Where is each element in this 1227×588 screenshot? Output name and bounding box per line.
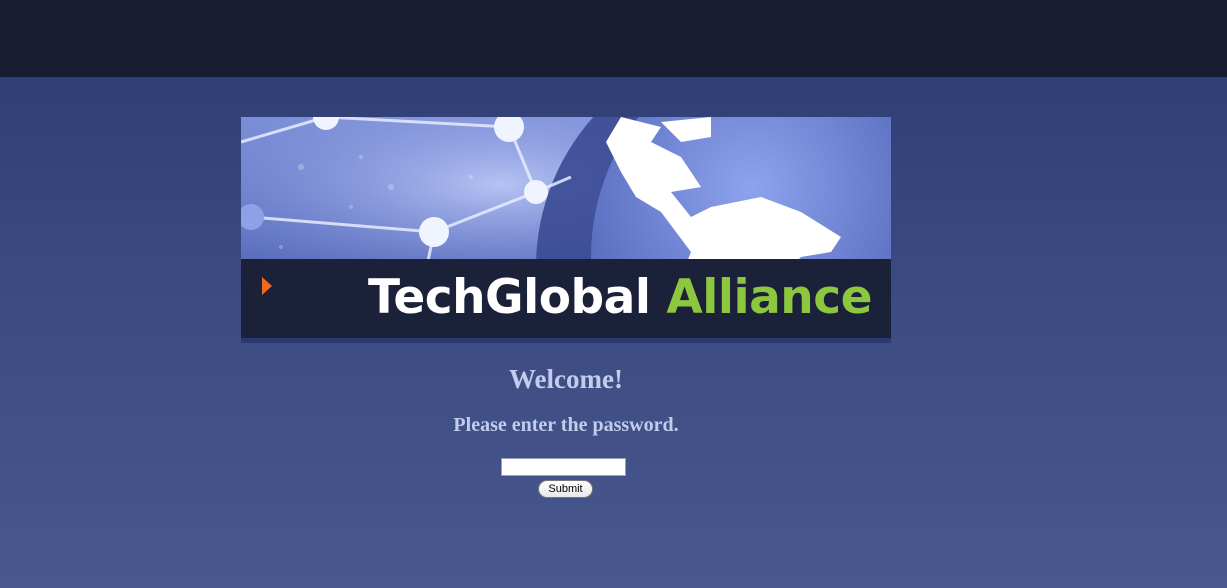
top-bar	[0, 0, 1227, 77]
password-field[interactable]	[501, 458, 626, 476]
brand-name-part2: Alliance	[666, 270, 872, 325]
page-title: Welcome!	[509, 364, 623, 394]
arrow-right-icon	[262, 277, 272, 295]
brand-logo: TechGlobal Alliance	[368, 270, 872, 326]
submit-button[interactable]: Submit	[538, 480, 593, 498]
banner-bottom-bar	[241, 338, 891, 343]
password-prompt: Please enter the password.	[453, 414, 679, 436]
header-banner: TechGlobal Alliance	[241, 117, 891, 343]
brand-name-part1: TechGlobal	[368, 270, 651, 325]
